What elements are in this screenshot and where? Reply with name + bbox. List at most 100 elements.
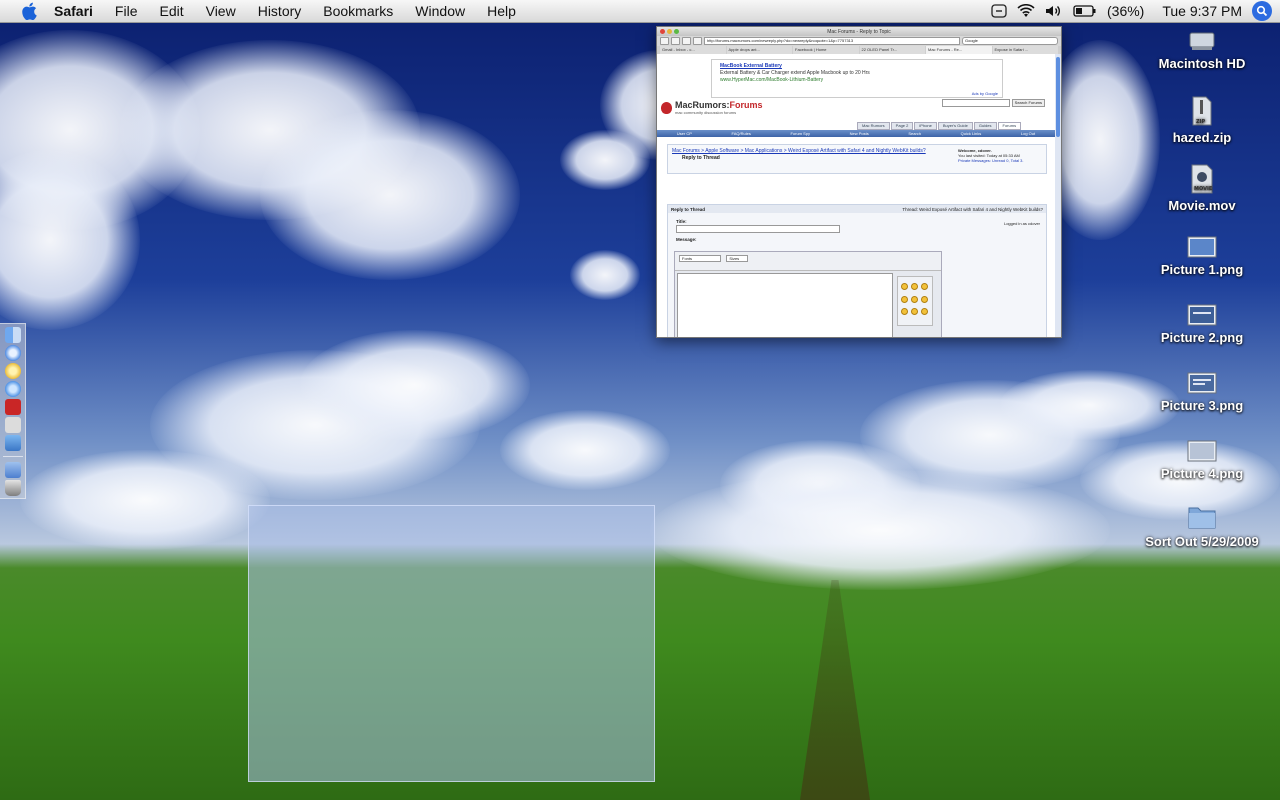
smiley-icon[interactable] [911,295,918,303]
title-label: Title: [676,219,687,224]
search-forums-button[interactable]: Search Forums [1011,99,1045,107]
tab-gmail[interactable]: Gmail - Inbox - c... [660,46,726,54]
size-select[interactable]: Sizes [726,255,749,262]
battery-icon[interactable] [1073,5,1097,17]
tab-oled[interactable]: 22 OLED Panel Tr... [859,46,925,54]
menu-edit[interactable]: Edit [148,3,194,19]
spotlight-search-icon[interactable] [1252,1,1272,21]
smilies-panel [897,276,933,326]
google-ad[interactable]: MacBook External Battery External Batter… [711,59,1003,98]
ad-title[interactable]: MacBook External Battery [720,63,1002,69]
smiley-icon[interactable] [911,308,918,316]
breadcrumb-links[interactable]: Mac Forums > Apple Software > Mac Applic… [672,148,952,154]
ad-body: External Battery & Car Charger extend Ap… [720,70,870,76]
nav-forum-spy[interactable]: Forum Spy [790,131,810,136]
tab-facebook[interactable]: Facebook | Home [793,46,859,54]
tab-mac-forums[interactable]: Mac Forums - Re... [926,46,992,54]
safari-icon[interactable] [4,345,21,361]
trash-icon[interactable] [4,480,21,496]
navtab-iphone[interactable]: iPhone [914,122,937,130]
address-bar[interactable]: http://forums.macrumors.com/newreply.php… [704,37,960,45]
logo-tagline: mac community discussion forums [675,110,737,115]
google-search-field[interactable]: Google [962,37,1058,45]
ad-url[interactable]: www.HyperMac.com/MacBook-Lithium-Battery [720,77,1002,83]
menu-app-safari[interactable]: Safari [54,3,104,19]
forward-button[interactable] [671,37,680,45]
textedit-icon[interactable] [4,399,21,415]
ical-icon[interactable] [4,363,21,379]
font-select[interactable]: Fonts [679,255,721,262]
hard-drive-icon [1189,30,1215,52]
back-button[interactable] [660,37,669,45]
smiley-icon[interactable] [911,283,918,290]
menu-bar: Safari File Edit View History Bookmarks … [0,0,1280,23]
menu-file[interactable]: File [104,3,149,19]
smiley-icon[interactable] [921,295,928,303]
desktop-icon-label: Picture 4.png [1160,466,1244,481]
private-messages-link[interactable]: Private Messages: Unread 0, Total 3. [958,158,1042,163]
volume-icon[interactable] [1045,4,1063,18]
message-label: Message: [676,237,697,242]
apple-menu-icon[interactable] [18,0,40,22]
wifi-icon[interactable] [1017,4,1035,18]
navtab-forums[interactable]: Forums [997,122,1022,130]
window-title-bar[interactable]: Mac Forums - Reply to Topic [657,27,1061,36]
smiley-icon[interactable] [921,308,928,316]
macrumors-apple-logo-icon [661,101,672,114]
desktop-icon-picture-3[interactable]: Picture 3.png [1132,372,1272,413]
desktop-icon-picture-1[interactable]: Picture 1.png [1132,236,1272,277]
nav-faq-rules[interactable]: FAQ/Rules [732,131,751,136]
desktop-icon-hazed-zip[interactable]: ZIP hazed.zip [1132,96,1272,145]
iphoto-icon[interactable] [4,435,21,451]
add-bookmark-button[interactable] [693,37,702,45]
home-button[interactable] [682,37,691,45]
smiley-icon[interactable] [901,283,908,290]
movie-file-icon: MOVIE [1191,164,1213,194]
menu-window[interactable]: Window [404,3,476,19]
forum-search-input[interactable] [941,99,1010,107]
scrollbar-thumb[interactable] [1056,57,1060,137]
menu-view[interactable]: View [195,3,247,19]
desktop-icon-label: Picture 2.png [1160,330,1244,345]
ads-by-google[interactable]: Ads by Google [972,91,998,96]
macrumors-logo[interactable]: MacRumors:Forums mac community discussio… [661,100,763,115]
menu-history[interactable]: History [247,3,313,19]
tab-expose[interactable]: Expose in Safari ... [992,46,1058,54]
safari-window[interactable]: Mac Forums - Reply to Topic http://forum… [656,26,1062,338]
nav-user-cp[interactable]: User CP [677,131,692,136]
menu-help[interactable]: Help [476,3,527,19]
applications-icon[interactable] [4,462,21,478]
nav-quick-links[interactable]: Quick Links [961,131,982,136]
preview-icon[interactable] [4,417,21,433]
smiley-icon[interactable] [901,295,908,303]
desktop-icon-picture-2[interactable]: Picture 2.png [1132,304,1272,345]
image-file-icon [1187,440,1217,462]
menu-extra-icon[interactable] [991,4,1007,18]
smiley-icon[interactable] [901,308,908,316]
nav-search[interactable]: Search [908,131,921,136]
title-input[interactable] [676,225,840,233]
finder-icon[interactable] [4,327,21,343]
itunes-icon[interactable] [4,381,21,397]
desktop-icon-macintosh-hd[interactable]: Macintosh HD [1132,30,1272,71]
desktop-icon-movie-mov[interactable]: MOVIE Movie.mov [1132,164,1272,213]
selection-rectangle [248,505,655,782]
message-textarea[interactable] [677,273,893,337]
navtab-guides[interactable]: Guides [973,122,997,130]
navtab-page-2[interactable]: Page 2 [890,122,914,130]
svg-text:MOVIE: MOVIE [1194,186,1213,192]
thread-label[interactable]: Thread: Weird Exposé Artifact with Safar… [902,207,1043,212]
nav-log-out[interactable]: Log Out [1021,131,1035,136]
nav-new-posts[interactable]: New Posts [850,131,869,136]
dock [0,323,26,499]
desktop-icon-label: hazed.zip [1172,130,1232,145]
desktop-icon-sort-out-folder[interactable]: Sort Out 5/29/2009 [1132,504,1272,549]
tab-apple[interactable]: Apple drops ant... [726,46,792,54]
desktop-icon-picture-4[interactable]: Picture 4.png [1132,440,1272,481]
clock[interactable]: Tue 9:37 PM [1162,3,1242,19]
navtab-buyers-guide[interactable]: Buyer's Guide [937,122,973,130]
navtab-mac-rumors[interactable]: Mac Rumors [857,122,890,130]
menu-bookmarks[interactable]: Bookmarks [312,3,404,19]
image-file-icon [1187,372,1217,394]
smiley-icon[interactable] [921,283,928,290]
